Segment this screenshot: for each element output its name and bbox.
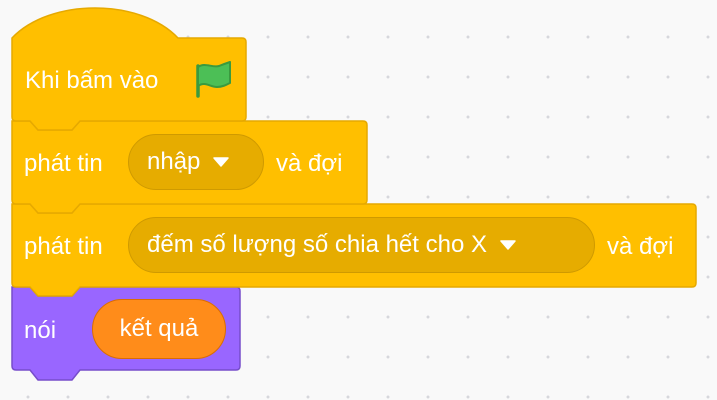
broadcast-2-dropdown-value: đếm số lượng số chia hết cho X [147, 231, 487, 258]
dropdown-arrow-icon [212, 153, 230, 171]
broadcast-1-message-dropdown[interactable]: nhập [128, 134, 264, 190]
broadcast-2-message-dropdown[interactable]: đếm số lượng số chia hết cho X [128, 217, 595, 273]
result-variable-reporter[interactable]: kết quả [92, 299, 226, 359]
broadcast-2-label: phát tin [24, 233, 103, 260]
hat-block-label: Khi bấm vào [25, 67, 159, 94]
broadcast-1-label: phát tin [24, 150, 103, 177]
broadcast-1-suffix: và đợi [276, 150, 343, 177]
broadcast-2-suffix: và đợi [607, 233, 674, 260]
broadcast-1-dropdown-value: nhập [147, 148, 201, 175]
reporter-value: kết quả [119, 315, 199, 342]
dropdown-arrow-icon [499, 236, 517, 254]
say-block-label: nói [24, 317, 57, 344]
